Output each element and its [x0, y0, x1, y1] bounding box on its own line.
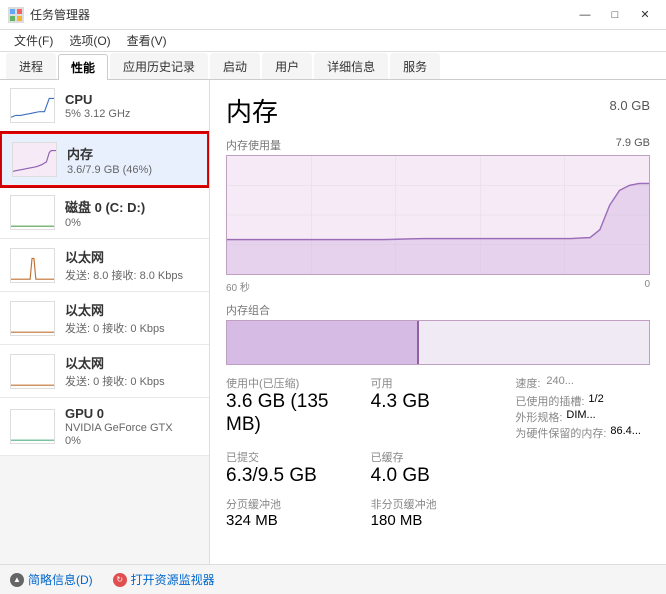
cpu-label: CPU	[65, 92, 199, 107]
sidebar-item-disk[interactable]: 磁盘 0 (C: D:) 0%	[0, 187, 209, 239]
net2-label: 以太网	[65, 300, 199, 319]
net3-thumbnail	[10, 354, 55, 389]
disk-detail: 0%	[65, 217, 199, 229]
menu-file[interactable]: 文件(F)	[6, 30, 61, 51]
sidebar-item-net2[interactable]: 以太网 发送: 0 接收: 0 Kbps	[0, 292, 209, 345]
net1-label: 以太网	[65, 247, 199, 266]
main-content: CPU 5% 3.12 GHz 内存 3.6/7.9 GB (46%)	[0, 80, 666, 564]
net1-info: 以太网 发送: 8.0 接收: 8.0 Kbps	[65, 247, 199, 283]
tab-processes[interactable]: 进程	[6, 53, 56, 79]
memory-detail: 3.6/7.9 GB (46%)	[67, 164, 197, 176]
comp-used	[227, 321, 417, 364]
cpu-info: CPU 5% 3.12 GHz	[65, 92, 199, 120]
tab-users[interactable]: 用户	[262, 53, 312, 79]
stat-in-use: 使用中(已压缩) 3.6 GB (135 MB)	[226, 375, 361, 441]
sidebar-item-gpu[interactable]: GPU 0 NVIDIA GeForce GTX 0%	[0, 398, 209, 456]
stat-available: 可用 4.3 GB	[371, 375, 506, 441]
sidebar: CPU 5% 3.12 GHz 内存 3.6/7.9 GB (46%)	[0, 80, 210, 564]
stat-nonpaged-pool: 非分页缓冲池 180 MB	[371, 496, 506, 530]
memory-info: 内存 3.6/7.9 GB (46%)	[67, 144, 197, 176]
disk-thumbnail	[10, 195, 55, 230]
time-left: 60 秒	[226, 279, 250, 294]
summary-button[interactable]: ▲ 简略信息(D)	[10, 571, 93, 588]
title-bar-left: 任务管理器	[8, 6, 90, 23]
net1-thumbnail	[10, 248, 55, 283]
usage-value: 7.9 GB	[616, 137, 650, 149]
net2-detail: 发送: 0 接收: 0 Kbps	[65, 320, 199, 336]
tab-services[interactable]: 服务	[390, 53, 440, 79]
net1-detail: 发送: 8.0 接收: 8.0 Kbps	[65, 267, 199, 283]
tab-bar: 进程 性能 应用历史记录 启动 用户 详细信息 服务	[0, 52, 666, 80]
summary-icon: ▲	[10, 573, 24, 587]
tab-performance[interactable]: 性能	[58, 54, 108, 80]
gpu-detail2: 0%	[65, 435, 199, 447]
stat-cached: 已缓存 4.0 GB	[371, 449, 506, 488]
cpu-detail: 5% 3.12 GHz	[65, 108, 199, 120]
bottom-bar: ▲ 简略信息(D) ↻ 打开资源监视器	[0, 564, 666, 594]
maximize-button[interactable]: □	[602, 5, 628, 25]
time-labels: 60 秒 0	[226, 279, 650, 294]
gpu-thumbnail	[10, 409, 55, 444]
menu-bar: 文件(F) 选项(O) 查看(V)	[0, 30, 666, 52]
minimize-button[interactable]: —	[572, 5, 598, 25]
menu-view[interactable]: 查看(V)	[119, 30, 175, 51]
disk-info: 磁盘 0 (C: D:) 0%	[65, 197, 199, 229]
window-controls[interactable]: — □ ✕	[572, 5, 658, 25]
memory-label: 内存	[67, 144, 197, 163]
comp-available	[419, 321, 649, 364]
panel-header: 内存 8.0 GB	[226, 92, 650, 129]
time-right: 0	[644, 279, 650, 294]
sidebar-item-net3[interactable]: 以太网 发送: 0 接收: 0 Kbps	[0, 345, 209, 398]
resource-monitor-button[interactable]: ↻ 打开资源监视器	[113, 571, 215, 588]
net2-info: 以太网 发送: 0 接收: 0 Kbps	[65, 300, 199, 336]
memory-thumbnail	[12, 142, 57, 177]
gpu-detail: NVIDIA GeForce GTX	[65, 422, 199, 434]
composition-graph	[226, 320, 650, 365]
net3-info: 以太网 发送: 0 接收: 0 Kbps	[65, 353, 199, 389]
title-bar: 任务管理器 — □ ✕	[0, 0, 666, 30]
sidebar-item-net1[interactable]: 以太网 发送: 8.0 接收: 8.0 Kbps	[0, 239, 209, 292]
stat-paged-pool: 分页缓冲池 324 MB	[226, 496, 361, 530]
stat-committed: 已提交 6.3/9.5 GB	[226, 449, 361, 488]
close-button[interactable]: ✕	[632, 5, 658, 25]
tab-startup[interactable]: 启动	[210, 53, 260, 79]
net3-label: 以太网	[65, 353, 199, 372]
net2-thumbnail	[10, 301, 55, 336]
cpu-thumbnail	[10, 88, 55, 123]
stat-speed-block: 速度: 240... 已使用的插槽: 1/2 外形规格: DIM... 为硬件保…	[515, 375, 650, 441]
composition-label: 内存组合	[226, 302, 650, 318]
tab-app-history[interactable]: 应用历史记录	[110, 53, 208, 79]
net3-detail: 发送: 0 接收: 0 Kbps	[65, 373, 199, 389]
usage-label: 内存使用量 7.9 GB	[226, 137, 650, 153]
sidebar-item-cpu[interactable]: CPU 5% 3.12 GHz	[0, 80, 209, 132]
disk-label: 磁盘 0 (C: D:)	[65, 197, 199, 216]
window-title: 任务管理器	[30, 6, 90, 23]
sidebar-item-memory[interactable]: 内存 3.6/7.9 GB (46%)	[0, 132, 209, 187]
menu-options[interactable]: 选项(O)	[61, 30, 118, 51]
tab-details[interactable]: 详细信息	[314, 53, 388, 79]
monitor-icon: ↻	[113, 573, 127, 587]
app-icon	[8, 7, 24, 23]
memory-usage-graph	[226, 155, 650, 275]
stats-area: 使用中(已压缩) 3.6 GB (135 MB) 可用 4.3 GB 速度: 2…	[226, 375, 650, 530]
right-panel: 内存 8.0 GB 内存使用量 7.9 GB	[210, 80, 666, 564]
panel-total: 8.0 GB	[610, 98, 650, 113]
gpu-info: GPU 0 NVIDIA GeForce GTX 0%	[65, 406, 199, 447]
panel-title: 内存	[226, 92, 278, 129]
gpu-label: GPU 0	[65, 406, 199, 421]
